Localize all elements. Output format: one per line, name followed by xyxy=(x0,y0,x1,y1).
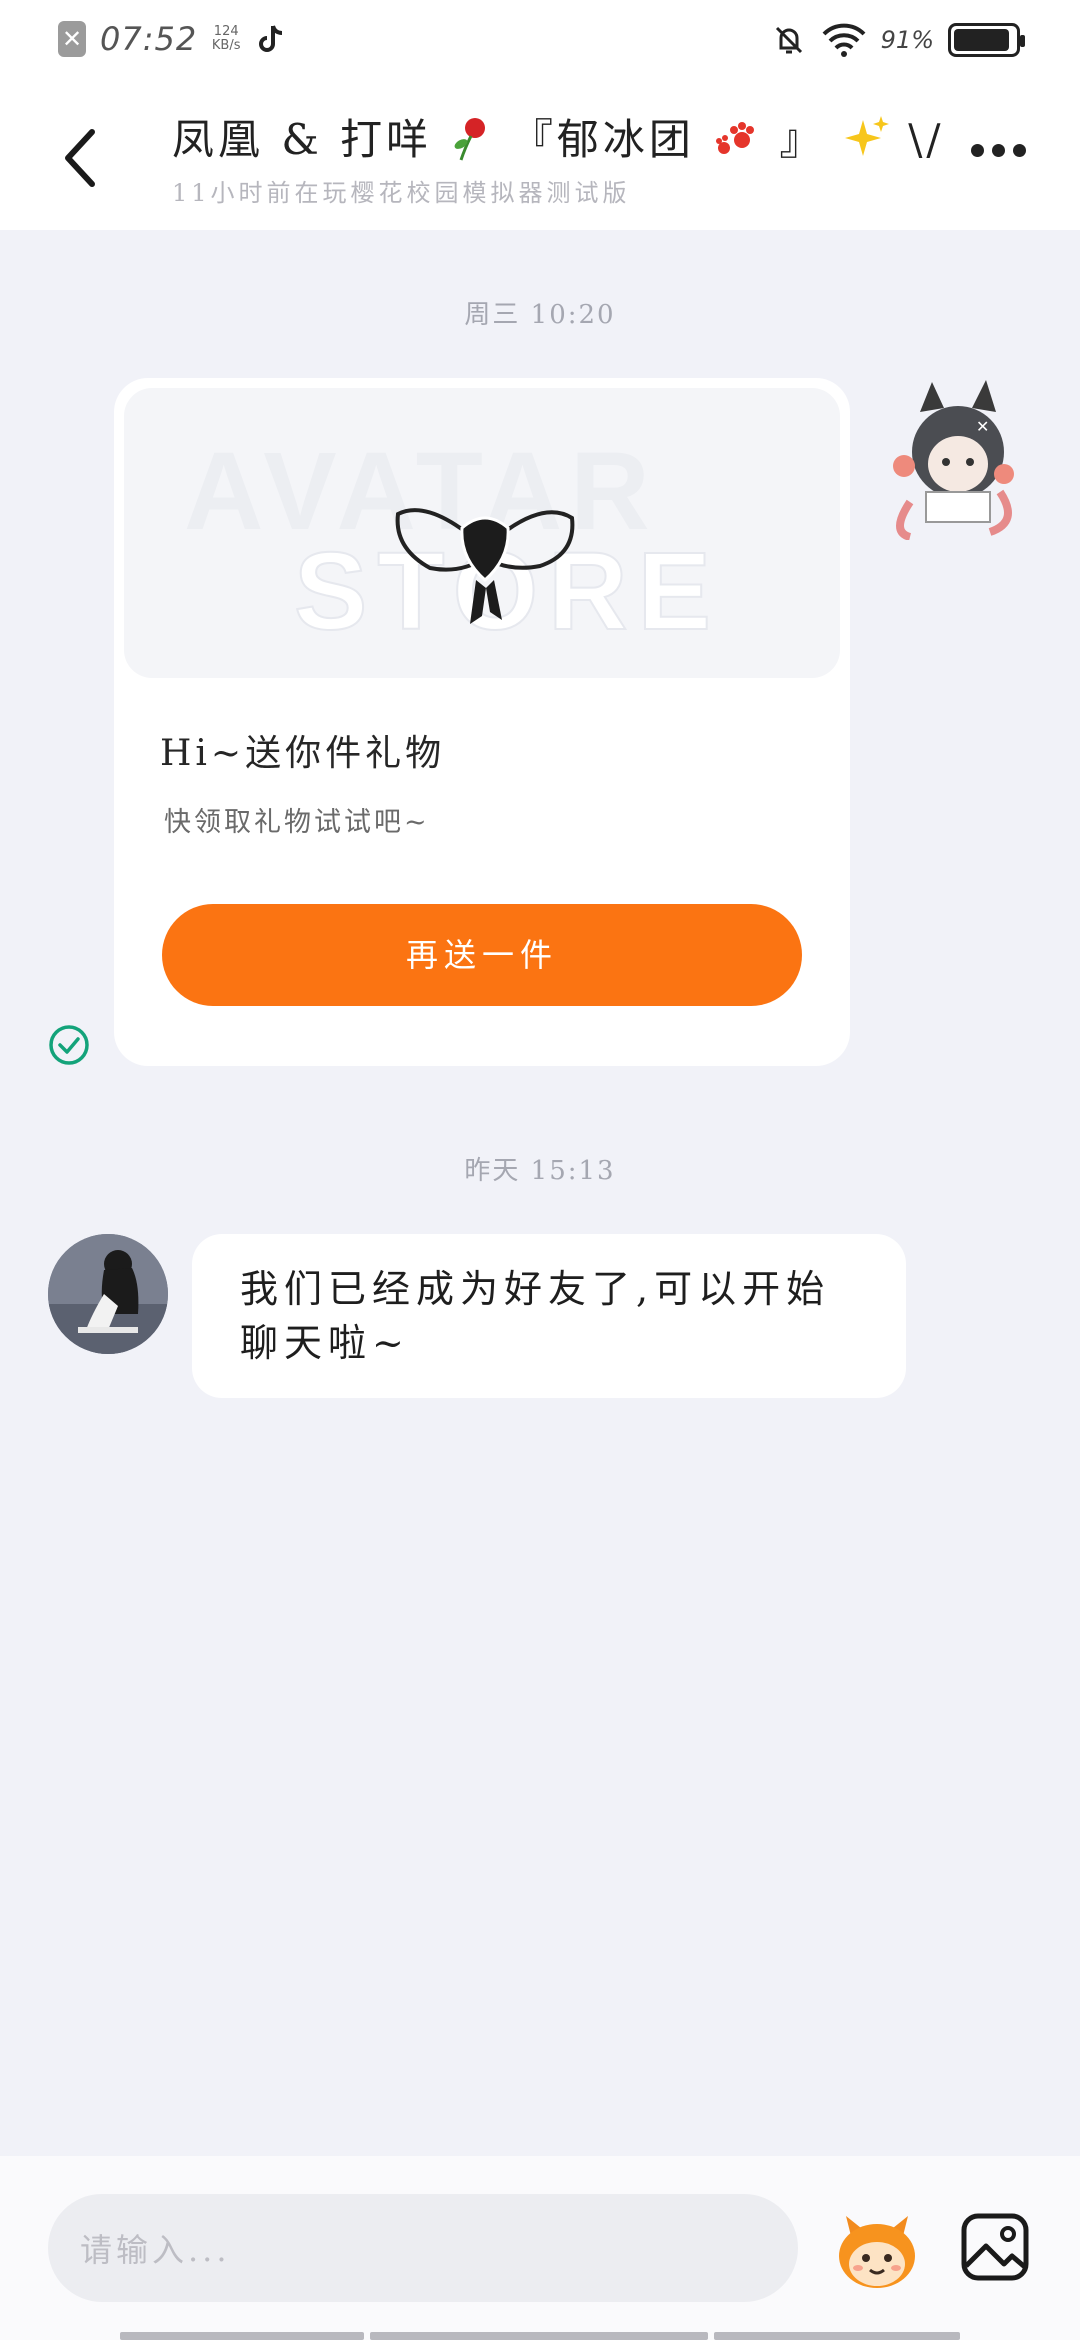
bow-gift-icon xyxy=(395,508,575,624)
sparkles-icon xyxy=(844,116,889,156)
gift-title: Hi~送你件礼物 xyxy=(160,733,446,774)
page-title: 凤凰 & 打咩 『郁冰团 』 \/ xyxy=(172,106,941,167)
paw-icon xyxy=(716,122,755,154)
more-icon[interactable] xyxy=(971,144,1026,157)
my-avatar[interactable]: ✕ xyxy=(880,372,1028,540)
image-icon[interactable] xyxy=(960,2212,1030,2282)
net-speed: 124 KB/s xyxy=(211,24,241,53)
input-bar: 请输入... xyxy=(0,2156,1080,2340)
status-bar: ✕ 07:52 124 KB/s 91% xyxy=(0,0,1080,84)
mute-icon xyxy=(775,26,802,54)
home-indicator xyxy=(120,2332,960,2340)
emoji-sticker-icon[interactable] xyxy=(832,2210,922,2292)
wifi-icon xyxy=(822,23,866,57)
read-check-icon xyxy=(49,1025,89,1065)
rose-icon xyxy=(455,118,486,161)
chat-header: 凤凰 & 打咩 『郁冰团 』 \/ 11小时前在玩樱花校园模拟器测试版 xyxy=(0,84,1080,230)
gift-banner: AVATAR STORE xyxy=(124,388,840,678)
close-icon: ✕ xyxy=(58,21,86,57)
svg-text:✕: ✕ xyxy=(976,417,989,436)
timestamp: 周三 10:20 xyxy=(464,300,616,330)
friend-avatar[interactable] xyxy=(48,1234,168,1354)
online-status-subtitle: 11小时前在玩樱花校园模拟器测试版 xyxy=(172,179,631,207)
status-time: 07:52 xyxy=(100,20,198,58)
gift-subtitle: 快领取礼物试试吧~ xyxy=(164,807,430,838)
tiktok-icon xyxy=(259,25,283,52)
back-icon[interactable] xyxy=(54,120,110,196)
timestamp: 昨天 15:13 xyxy=(464,1156,616,1186)
chat-title-block[interactable]: 凤凰 & 打咩 『郁冰团 』 \/ 11小时前在玩樱花校园模拟器测试版 xyxy=(172,106,941,208)
send-another-gift-button[interactable]: 再送一件 xyxy=(162,904,802,1006)
battery-icon xyxy=(948,23,1025,57)
friend-message-bubble[interactable]: 我们已经成为好友了,可以开始聊天啦~ xyxy=(192,1234,906,1398)
message-input[interactable]: 请输入... xyxy=(48,2194,798,2302)
battery-percent: 91% xyxy=(880,26,934,54)
gift-card[interactable]: AVATAR STORE Hi~送你件礼物 快领取礼物试试吧~ 再送一件 xyxy=(114,378,850,1066)
